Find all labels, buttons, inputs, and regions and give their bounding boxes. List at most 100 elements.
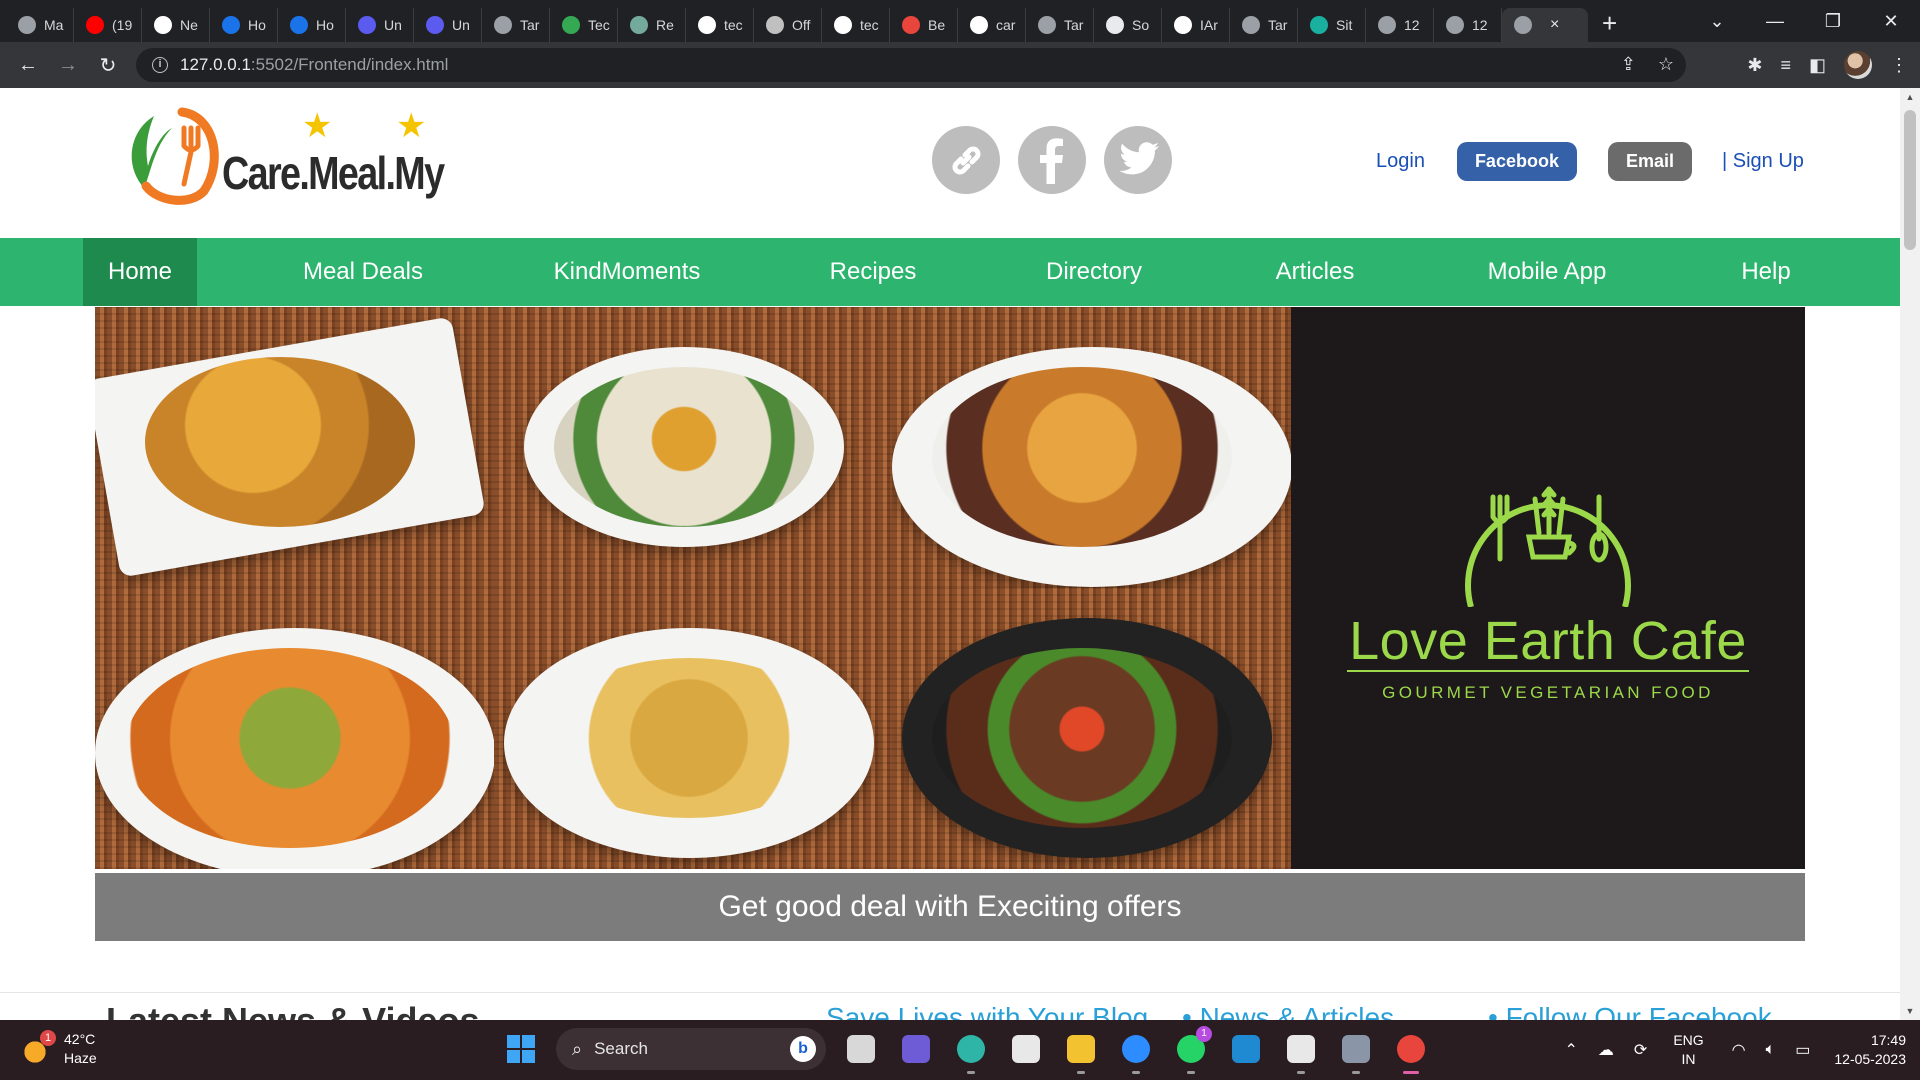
chrome-taskbar-icon[interactable] bbox=[1390, 1028, 1432, 1074]
nav-kindmoments[interactable]: KindMoments bbox=[544, 238, 710, 306]
slack-taskbar-icon[interactable] bbox=[1280, 1028, 1322, 1074]
browser-tab[interactable]: 12 bbox=[1434, 8, 1502, 42]
scroll-down-icon[interactable]: ▼ bbox=[1900, 1006, 1920, 1016]
tab-title: IAr bbox=[1200, 17, 1218, 33]
browser-tab[interactable]: Ho bbox=[278, 8, 346, 42]
nav-directory[interactable]: Directory bbox=[1037, 238, 1151, 306]
login-link[interactable]: Login bbox=[1376, 150, 1425, 173]
extensions-icon[interactable]: ✱ bbox=[1747, 55, 1762, 76]
side-panel-icon[interactable]: ◧ bbox=[1809, 55, 1826, 76]
sync-icon[interactable]: ⟳ bbox=[1634, 1040, 1647, 1060]
tab-title: tec bbox=[860, 17, 879, 33]
minimize-button[interactable]: — bbox=[1746, 11, 1804, 32]
browser-tab[interactable]: Un bbox=[414, 8, 482, 42]
weather-widget[interactable]: 1 42°C Haze bbox=[20, 1030, 97, 1068]
signup-link[interactable]: | Sign Up bbox=[1722, 150, 1804, 173]
back-button[interactable]: ← bbox=[8, 54, 48, 77]
nav-help[interactable]: Help bbox=[1728, 238, 1804, 306]
nav-articles[interactable]: Articles bbox=[1263, 238, 1367, 306]
show-hidden-icons-icon[interactable]: ⌃ bbox=[1565, 1040, 1578, 1060]
browser-menu-icon[interactable]: ⋮ bbox=[1890, 55, 1908, 76]
tab-search-icon[interactable]: ⌄ bbox=[1688, 11, 1746, 32]
scrollbar-thumb[interactable] bbox=[1904, 110, 1916, 250]
browser-tab[interactable]: Un bbox=[346, 8, 414, 42]
facebook-login-button[interactable]: Facebook bbox=[1456, 142, 1577, 181]
settings-taskbar-icon[interactable] bbox=[1335, 1028, 1377, 1074]
forward-button[interactable]: → bbox=[48, 54, 88, 77]
nav-home[interactable]: Home bbox=[83, 238, 197, 306]
whatsapp-taskbar-icon[interactable]: 1 bbox=[1170, 1026, 1212, 1074]
onedrive-icon[interactable]: ☁ bbox=[1598, 1040, 1614, 1060]
file-explorer-taskbar-icon[interactable] bbox=[1060, 1028, 1102, 1074]
close-tab-icon[interactable]: × bbox=[1550, 16, 1559, 34]
weather-haze-icon: 1 bbox=[20, 1030, 56, 1064]
blog-link[interactable]: Save Lives with Your Blog bbox=[826, 1002, 1148, 1020]
browser-tab[interactable]: IAr bbox=[1162, 8, 1230, 42]
star-icon: ★ bbox=[396, 107, 427, 145]
browser-tab[interactable]: Ho bbox=[210, 8, 278, 42]
twitter-social-button[interactable] bbox=[1104, 126, 1172, 194]
browser-tab[interactable]: (19 bbox=[74, 8, 142, 42]
tab-title: tec bbox=[724, 17, 743, 33]
close-window-button[interactable]: ✕ bbox=[1862, 11, 1920, 32]
language-indicator[interactable]: ENG IN bbox=[1673, 1031, 1703, 1069]
taskbar-search[interactable]: ⌕ Search b bbox=[556, 1028, 826, 1070]
meet-taskbar-icon[interactable] bbox=[895, 1028, 937, 1070]
link-social-button[interactable] bbox=[932, 126, 1000, 194]
address-bar[interactable]: i 127.0.0.1:5502/Frontend/index.html ⇪ ☆ bbox=[136, 48, 1686, 82]
page-scrollbar[interactable]: ▲ ▼ bbox=[1900, 88, 1920, 1020]
browser-tab[interactable]: Tec bbox=[550, 8, 618, 42]
tab-favicon-icon bbox=[1378, 16, 1396, 34]
bing-icon[interactable]: b bbox=[790, 1036, 816, 1062]
browser-tab[interactable]: tec bbox=[686, 8, 754, 42]
browser-tab[interactable]: So bbox=[1094, 8, 1162, 42]
battery-icon[interactable]: ▭ bbox=[1795, 1040, 1810, 1060]
store-taskbar-icon[interactable] bbox=[1005, 1028, 1047, 1070]
profile-avatar[interactable] bbox=[1844, 51, 1872, 79]
new-tab-button[interactable]: + bbox=[1602, 8, 1617, 39]
site-info-icon[interactable]: i bbox=[152, 57, 168, 73]
windows-start-icon[interactable] bbox=[500, 1028, 542, 1070]
browser-tab[interactable]: Re bbox=[618, 8, 686, 42]
offer-banner[interactable]: Get good deal with Execiting offers bbox=[95, 873, 1805, 941]
browser-tab[interactable]: tec bbox=[822, 8, 890, 42]
browser-tab[interactable]: Tar bbox=[482, 8, 550, 42]
follow-facebook-link[interactable]: • Follow Our Facebook bbox=[1488, 1002, 1772, 1020]
vscode-taskbar-icon[interactable] bbox=[1225, 1028, 1267, 1070]
browser-tab[interactable]: Sit bbox=[1298, 8, 1366, 42]
leaf-fork-logo-icon bbox=[131, 107, 219, 205]
nav-recipes[interactable]: Recipes bbox=[818, 238, 928, 306]
restore-button[interactable]: ❐ bbox=[1804, 11, 1862, 32]
zoom-taskbar-icon[interactable] bbox=[1115, 1028, 1157, 1074]
edge-taskbar-icon[interactable] bbox=[950, 1028, 992, 1074]
volume-icon[interactable]: 🔈︎ bbox=[1766, 1041, 1776, 1059]
browser-tab[interactable]: 12 bbox=[1366, 8, 1434, 42]
nav-mobile-app[interactable]: Mobile App bbox=[1475, 238, 1619, 306]
scroll-up-icon[interactable]: ▲ bbox=[1900, 92, 1920, 102]
facebook-icon bbox=[1040, 138, 1063, 184]
tab-favicon-icon bbox=[1038, 16, 1056, 34]
task-view-taskbar-icon[interactable] bbox=[840, 1028, 882, 1070]
email-login-button[interactable]: Email bbox=[1607, 142, 1692, 181]
browser-tab[interactable]: Ne bbox=[142, 8, 210, 42]
tab-favicon-icon bbox=[1174, 16, 1192, 34]
browser-tab[interactable]: Off bbox=[754, 8, 822, 42]
browser-tab[interactable]: Ma bbox=[6, 8, 74, 42]
browser-tab[interactable]: car bbox=[958, 8, 1026, 42]
media-control-icon[interactable]: ≡ bbox=[1780, 55, 1791, 76]
wifi-icon[interactable]: ◠ bbox=[1732, 1040, 1746, 1060]
active-tab[interactable]: × bbox=[1502, 8, 1588, 42]
nav-meal-deals[interactable]: Meal Deals bbox=[288, 238, 438, 306]
facebook-social-button[interactable] bbox=[1018, 126, 1086, 194]
bookmark-star-icon[interactable]: ☆ bbox=[1658, 54, 1674, 75]
reload-button[interactable]: ↻ bbox=[88, 53, 128, 78]
system-clock[interactable]: 17:49 12-05-2023 bbox=[1834, 1031, 1906, 1069]
browser-tab[interactable]: Tar bbox=[1026, 8, 1094, 42]
site-logo[interactable]: ★ ★ Care.Meal.My bbox=[124, 106, 464, 206]
browser-tab[interactable]: Be bbox=[890, 8, 958, 42]
browser-tab[interactable]: Tar bbox=[1230, 8, 1298, 42]
cafe-promo[interactable]: Love Earth Cafe GOURMET VEGETARIAN FOOD bbox=[1291, 307, 1805, 869]
news-articles-link[interactable]: • News & Articles bbox=[1182, 1002, 1394, 1020]
tab-title: Ho bbox=[248, 17, 266, 33]
share-icon[interactable]: ⇪ bbox=[1621, 54, 1636, 75]
